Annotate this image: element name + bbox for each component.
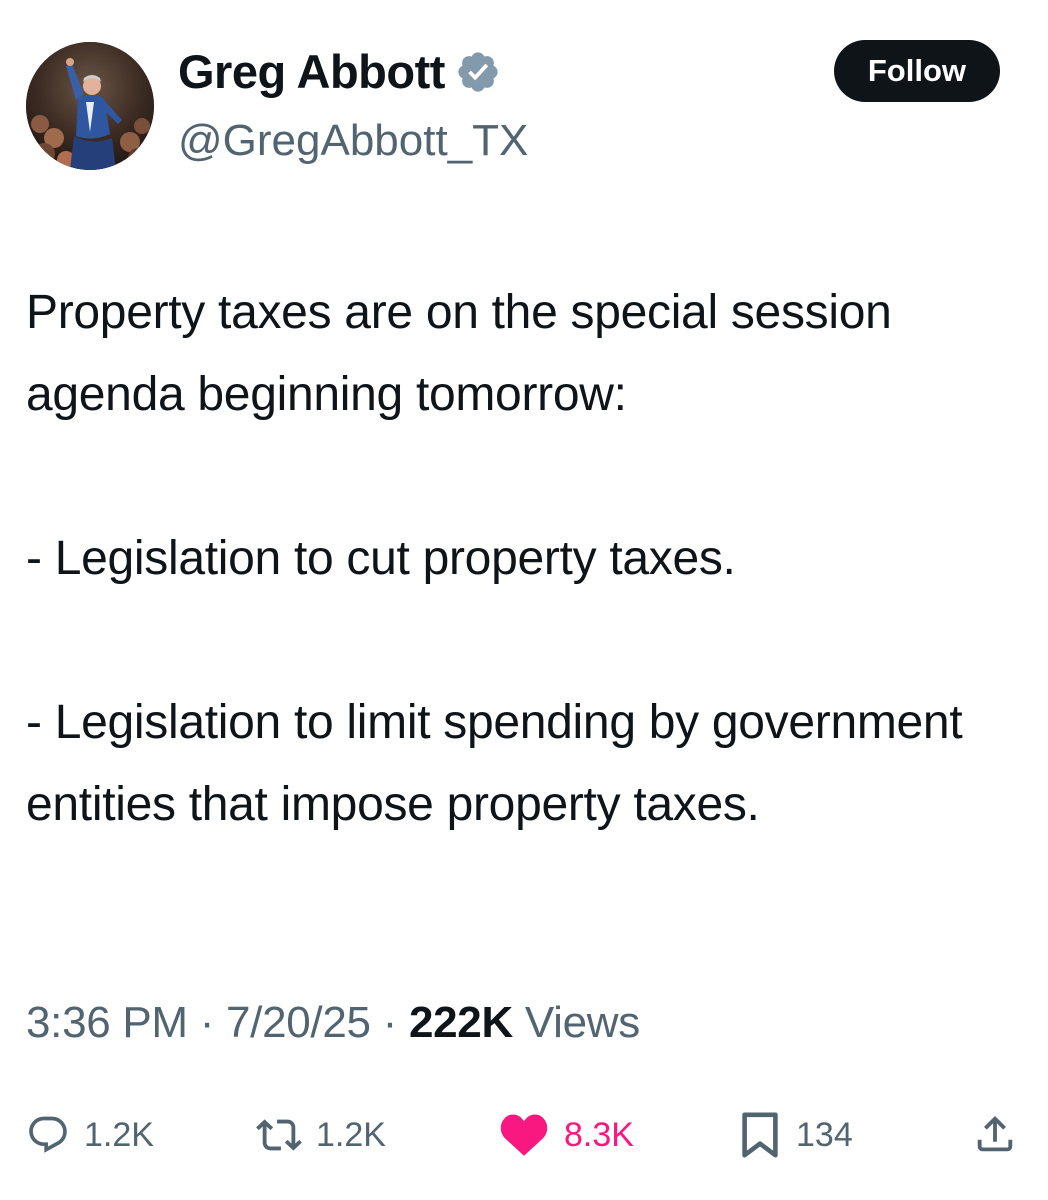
views-count: 222K — [408, 998, 513, 1047]
name-row: Greg Abbott — [178, 44, 501, 99]
tweet-time[interactable]: 3:36 PM — [26, 998, 188, 1047]
tweet-text: Property taxes are on the special sessio… — [26, 272, 1016, 846]
avatar[interactable] — [26, 42, 154, 170]
like-count: 8.3K — [564, 1115, 634, 1154]
action-bar: 1.2K 1.2K 8.3K 134 — [26, 1100, 1022, 1170]
views-label: Views — [524, 998, 640, 1047]
bookmark-count: 134 — [796, 1115, 853, 1154]
tweet-paragraph: Property taxes are on the special sessio… — [26, 286, 892, 421]
like-button[interactable]: 8.3K — [498, 1100, 634, 1170]
repost-count: 1.2K — [316, 1115, 386, 1154]
tweet-date[interactable]: 7/20/25 — [226, 998, 371, 1047]
repost-button[interactable]: 1.2K — [256, 1100, 386, 1170]
bookmark-icon — [742, 1112, 778, 1158]
tweet-header: Greg Abbott @GregAbbott_TX Follow — [26, 40, 1006, 180]
tweet-meta: 3:36 PM · 7/20/25 · 222K Views — [26, 998, 640, 1048]
share-icon — [977, 1116, 1013, 1152]
user-handle[interactable]: @GregAbbott_TX — [178, 116, 528, 166]
tweet-paragraph: - Legislation to cut property taxes. — [26, 532, 736, 585]
share-button[interactable] — [972, 1100, 1018, 1170]
meta-separator: · — [382, 998, 398, 1047]
verified-badge-icon[interactable] — [455, 49, 501, 95]
avatar-image — [26, 42, 154, 170]
repost-icon — [256, 1119, 302, 1151]
meta-separator: · — [199, 998, 215, 1047]
tweet-paragraph: - Legislation to limit spending by gover… — [26, 696, 963, 831]
reply-count: 1.2K — [84, 1115, 154, 1154]
reply-icon — [29, 1116, 67, 1153]
follow-button[interactable]: Follow — [833, 40, 1000, 102]
bookmark-button[interactable]: 134 — [738, 1100, 853, 1170]
heart-icon — [500, 1114, 548, 1156]
display-name[interactable]: Greg Abbott — [178, 44, 445, 99]
reply-button[interactable]: 1.2K — [26, 1100, 154, 1170]
